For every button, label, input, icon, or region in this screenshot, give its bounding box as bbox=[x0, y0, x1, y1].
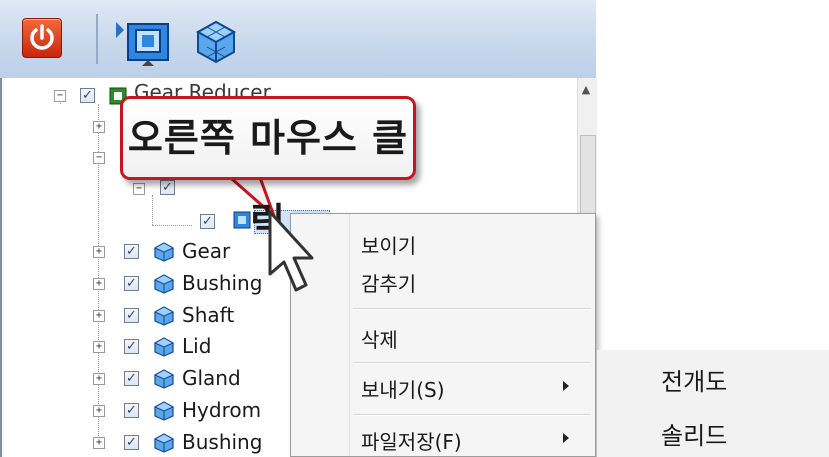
tree-item-label[interactable]: Hydrom bbox=[182, 398, 261, 422]
tree-item-label[interactable]: Bushing bbox=[182, 271, 262, 295]
tree-item-label[interactable]: Lid bbox=[182, 334, 211, 358]
tree-item-checkbox[interactable]: ✓ bbox=[124, 371, 139, 386]
part-view-icon bbox=[116, 22, 169, 66]
power-icon bbox=[30, 24, 54, 50]
part-icon bbox=[154, 242, 174, 262]
part-icon bbox=[154, 306, 174, 326]
tree-item-checkbox[interactable]: ✓ bbox=[124, 435, 139, 450]
toolbar bbox=[0, 0, 596, 79]
tree-item-checkbox[interactable]: ✓ bbox=[124, 339, 139, 354]
tree-item-label[interactable]: Gear bbox=[182, 239, 230, 263]
tree-item-label[interactable]: Bushing bbox=[182, 430, 262, 454]
part-icon bbox=[154, 369, 174, 389]
tree-checkbox[interactable]: ✓ bbox=[160, 180, 175, 195]
part-icon bbox=[154, 433, 174, 453]
part-view-button[interactable] bbox=[110, 16, 176, 72]
mouse-cursor-icon bbox=[268, 210, 314, 292]
tree-expand-toggle[interactable]: + bbox=[93, 373, 105, 385]
tree-item-checkbox[interactable]: ✓ bbox=[124, 244, 139, 259]
context-menu: 보이기 감추기 삭제 보내기(S) 파일저장(F) bbox=[290, 213, 596, 457]
tree-item-checkbox[interactable]: ✓ bbox=[124, 276, 139, 291]
menu-separator bbox=[353, 414, 591, 416]
submenu-arrow-icon bbox=[563, 381, 569, 391]
part-icon bbox=[154, 274, 174, 294]
tree-collapse-toggle[interactable]: − bbox=[93, 152, 105, 164]
scroll-up-icon[interactable]: ▲ bbox=[580, 84, 592, 96]
part-icon bbox=[154, 401, 174, 421]
menu-gutter bbox=[349, 214, 350, 456]
menu-separator bbox=[353, 362, 591, 364]
3d-cube-icon bbox=[195, 20, 237, 64]
tree-expand-toggle[interactable]: + bbox=[93, 437, 105, 449]
menu-item-send[interactable]: 보내기(S) bbox=[361, 374, 445, 403]
menu-item-delete[interactable]: 삭제 bbox=[361, 324, 398, 353]
tree-expand-toggle[interactable]: + bbox=[93, 246, 105, 258]
menu-item-save-file[interactable]: 파일저장(F) bbox=[361, 426, 462, 455]
submenu-item-solid[interactable]: 솔리드 bbox=[661, 416, 727, 451]
tree-expand-toggle[interactable]: + bbox=[93, 341, 105, 353]
tree-checkbox[interactable]: ✓ bbox=[200, 214, 215, 229]
tree-item-label[interactable]: Gland bbox=[182, 366, 241, 390]
tree-collapse-toggle[interactable]: − bbox=[133, 183, 145, 195]
submenu-item-unfold[interactable]: 전개도 bbox=[661, 362, 727, 397]
tree-item-checkbox[interactable]: ✓ bbox=[124, 403, 139, 418]
3d-cube-button[interactable] bbox=[190, 16, 242, 68]
tree-expand-toggle[interactable]: + bbox=[93, 121, 105, 133]
toolbar-separator bbox=[96, 14, 98, 64]
menu-item-hide[interactable]: 감추기 bbox=[361, 268, 416, 297]
tree-item-checkbox[interactable]: ✓ bbox=[124, 308, 139, 323]
tree-connector bbox=[152, 225, 192, 226]
tree-expand-toggle[interactable]: + bbox=[93, 405, 105, 417]
scroll-thumb[interactable] bbox=[580, 135, 596, 217]
tree-expand-toggle[interactable]: + bbox=[93, 278, 105, 290]
send-submenu: 전개도 솔리드 bbox=[596, 350, 829, 457]
tree-collapse-toggle[interactable]: − bbox=[54, 90, 66, 102]
callout-text: 오른쪽 마우스 클릭 bbox=[127, 116, 409, 244]
part-icon bbox=[154, 337, 174, 357]
submenu-arrow-icon bbox=[563, 433, 569, 443]
menu-item-show[interactable]: 보이기 bbox=[361, 230, 416, 259]
root-checkbox[interactable]: ✓ bbox=[80, 88, 95, 103]
tree-item-label[interactable]: Shaft bbox=[182, 303, 234, 327]
tree-expand-toggle[interactable]: + bbox=[93, 310, 105, 322]
menu-separator bbox=[353, 308, 591, 310]
power-button[interactable] bbox=[22, 18, 62, 58]
tree-connector bbox=[152, 195, 153, 225]
